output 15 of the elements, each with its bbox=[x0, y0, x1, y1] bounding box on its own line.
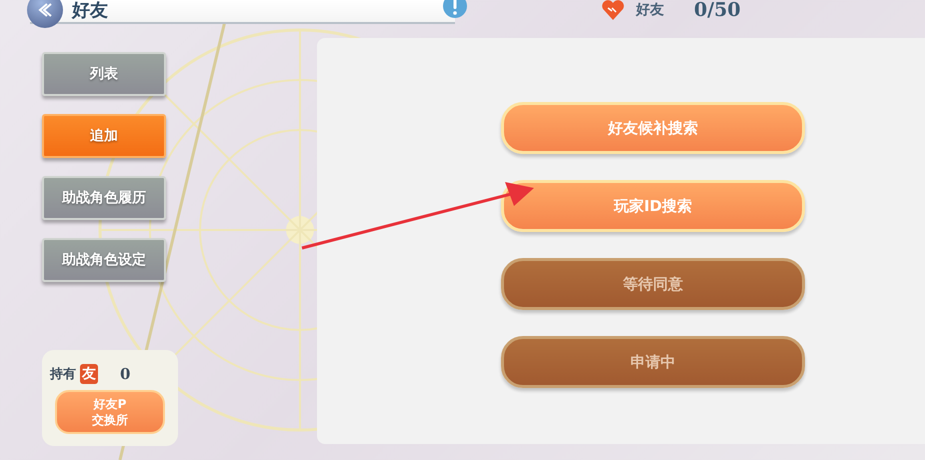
points-count: 0 bbox=[120, 365, 130, 383]
nav-tab[interactable]: 追加 bbox=[42, 114, 166, 158]
friend-badge: 友 bbox=[80, 364, 98, 384]
action-button[interactable]: 好友候补搜索 bbox=[501, 102, 805, 154]
back-icon[interactable] bbox=[27, 0, 63, 28]
friends-count: 0/50 bbox=[694, 0, 741, 21]
exchange-button[interactable]: 好友P 交换所 bbox=[55, 390, 165, 434]
nav-tab[interactable]: 助战角色履历 bbox=[42, 176, 166, 220]
nav-tab[interactable]: 列表 bbox=[42, 52, 166, 96]
nav-tab[interactable]: 助战角色设定 bbox=[42, 238, 166, 282]
action-button[interactable]: 玩家ID搜索 bbox=[501, 180, 805, 232]
points-label: 持有 bbox=[50, 366, 76, 383]
info-icon[interactable] bbox=[443, 0, 467, 18]
window-title: 好友 bbox=[72, 0, 108, 22]
friends-label: 好友 bbox=[636, 1, 664, 19]
